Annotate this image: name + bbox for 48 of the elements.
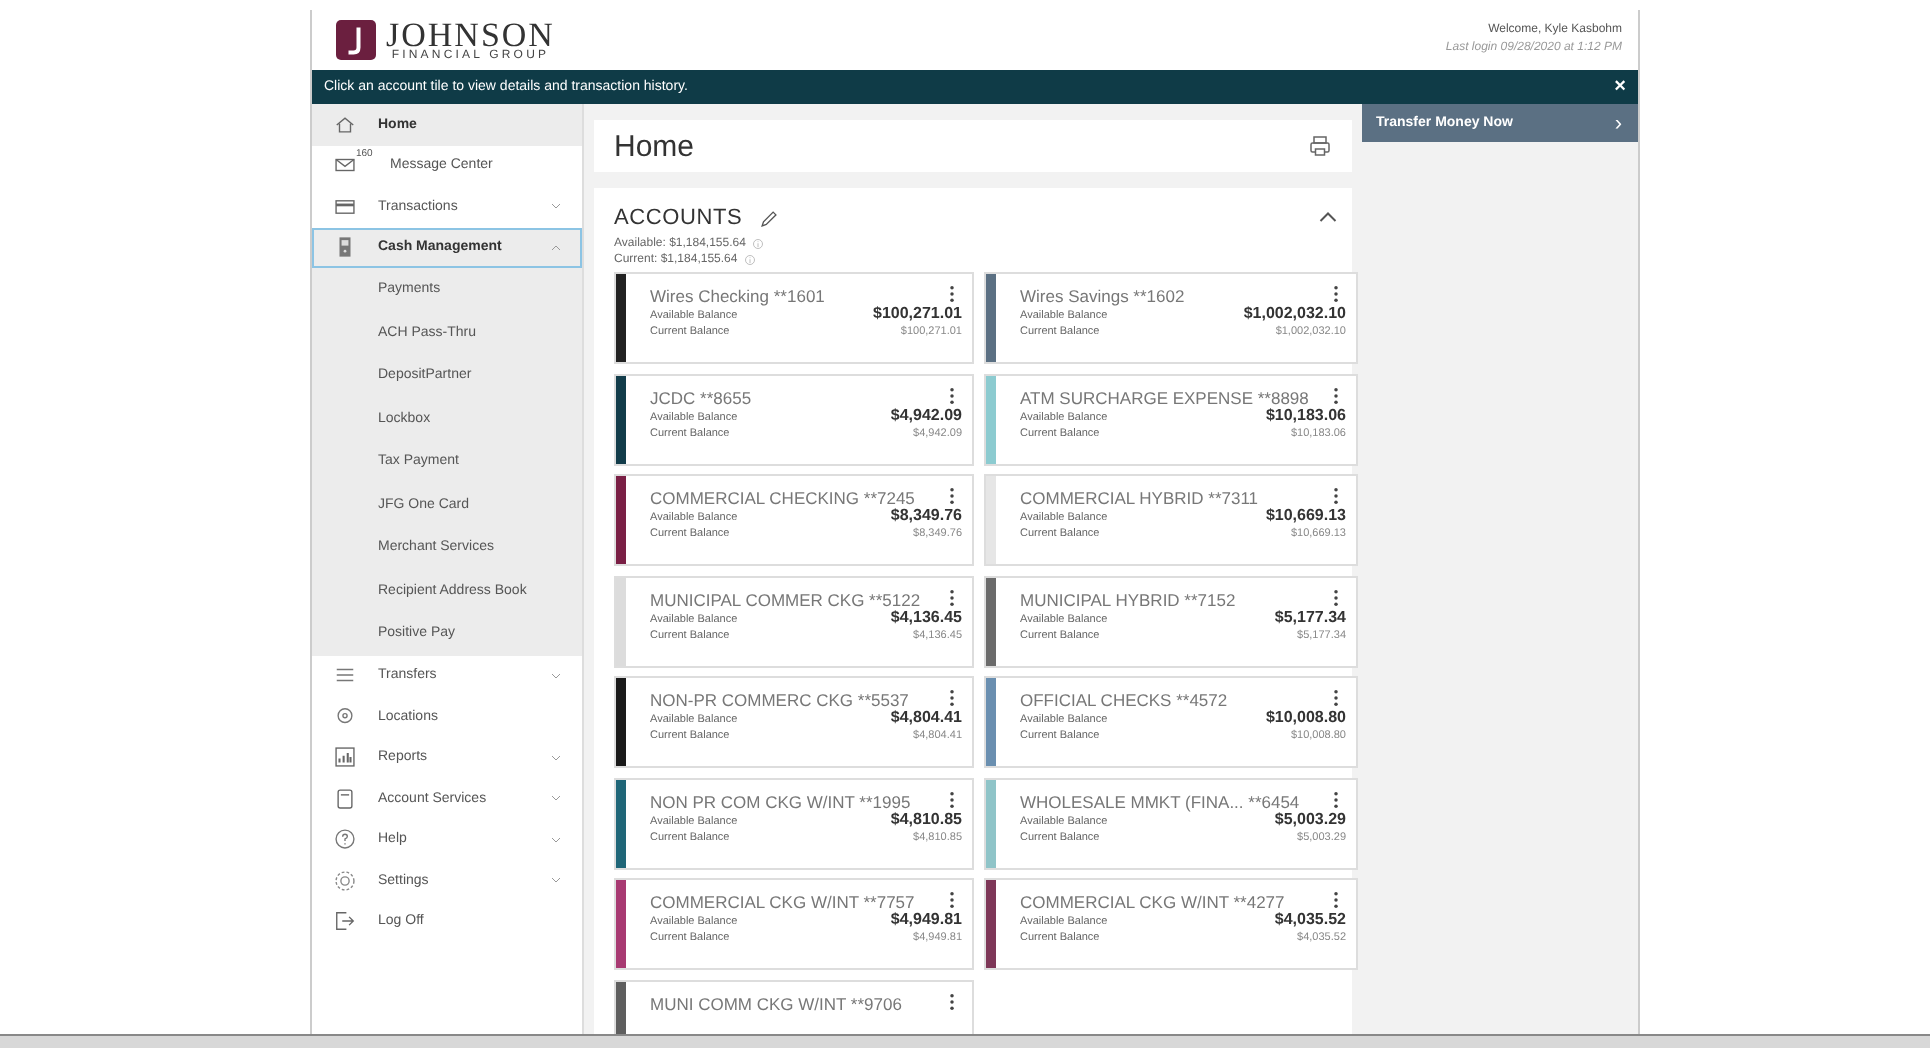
pencil-icon[interactable]	[758, 207, 781, 229]
account-name: JCDC **8655	[650, 387, 752, 407]
available-balance: $5,003.29	[1274, 811, 1346, 827]
close-button[interactable]: ×	[1614, 77, 1626, 97]
available-balance: $10,183.06	[1265, 407, 1346, 423]
account-name: NON PR COM CKG W/INT **1995	[650, 791, 911, 811]
account-name: COMMERCIAL CKG W/INT **7757	[650, 892, 915, 912]
available-balance: $1,002,032.10	[1243, 306, 1346, 322]
account-name: Wires Savings **1602	[1020, 286, 1185, 306]
help-icon	[334, 828, 356, 851]
home-icon	[334, 113, 356, 136]
available-balance: $4,949.81	[890, 912, 962, 928]
account-name: Wires Checking **1601	[650, 286, 825, 306]
account-name: COMMERCIAL HYBRID **7311	[1020, 488, 1259, 508]
available-balance: $4,035.52	[1274, 912, 1346, 928]
gear-icon	[334, 869, 356, 892]
account-name: ATM SURCHARGE EXPENSE **8898	[1020, 387, 1309, 407]
available-balance: $4,804.41	[890, 710, 962, 726]
info-icon	[743, 254, 756, 266]
account-name: COMMERCIAL CHECKING **7245	[650, 488, 915, 508]
available-balance: $4,942.09	[890, 407, 962, 423]
logo-icon	[336, 20, 376, 60]
account-tile[interactable]: MUNI COMM CKG W/INT **9706	[614, 979, 974, 1034]
account-name: WHOLESALE MMKT (FINA... **6454	[1020, 791, 1300, 811]
available-balance: $100,271.01	[873, 306, 962, 322]
print-icon[interactable]	[1308, 134, 1332, 158]
logout-icon	[334, 910, 356, 933]
available-balance: $4,810.85	[890, 811, 962, 827]
card-icon	[334, 195, 356, 218]
envelope-icon	[334, 154, 356, 177]
account-name: MUNICIPAL COMMER CKG **5122	[650, 589, 921, 609]
accounts-title: ACCOUNTS	[614, 206, 743, 230]
account-name: MUNICIPAL HYBRID **7152	[1020, 589, 1236, 609]
available-balance: $4,136.45	[890, 609, 962, 625]
account-name: NON-PR COMMERC CKG **5537	[650, 690, 909, 710]
available-balance: $10,008.80	[1265, 710, 1346, 726]
account-name: OFFICIAL CHECKS **4572	[1020, 690, 1228, 710]
page-title: Home	[614, 129, 695, 163]
info-icon	[751, 238, 764, 250]
menu-icon	[334, 664, 356, 687]
logo-title: JOHNSON	[386, 19, 555, 49]
available-balance: $8,349.76	[890, 508, 962, 524]
available-balance: $10,669.13	[1265, 508, 1346, 524]
bar-chart-icon	[334, 746, 356, 769]
account-name: MUNI COMM CKG W/INT **9706	[650, 993, 902, 1013]
tablet-icon	[334, 787, 356, 810]
account-name: COMMERCIAL CKG W/INT **4277	[1020, 892, 1285, 912]
available-balance: $5,177.34	[1274, 609, 1346, 625]
